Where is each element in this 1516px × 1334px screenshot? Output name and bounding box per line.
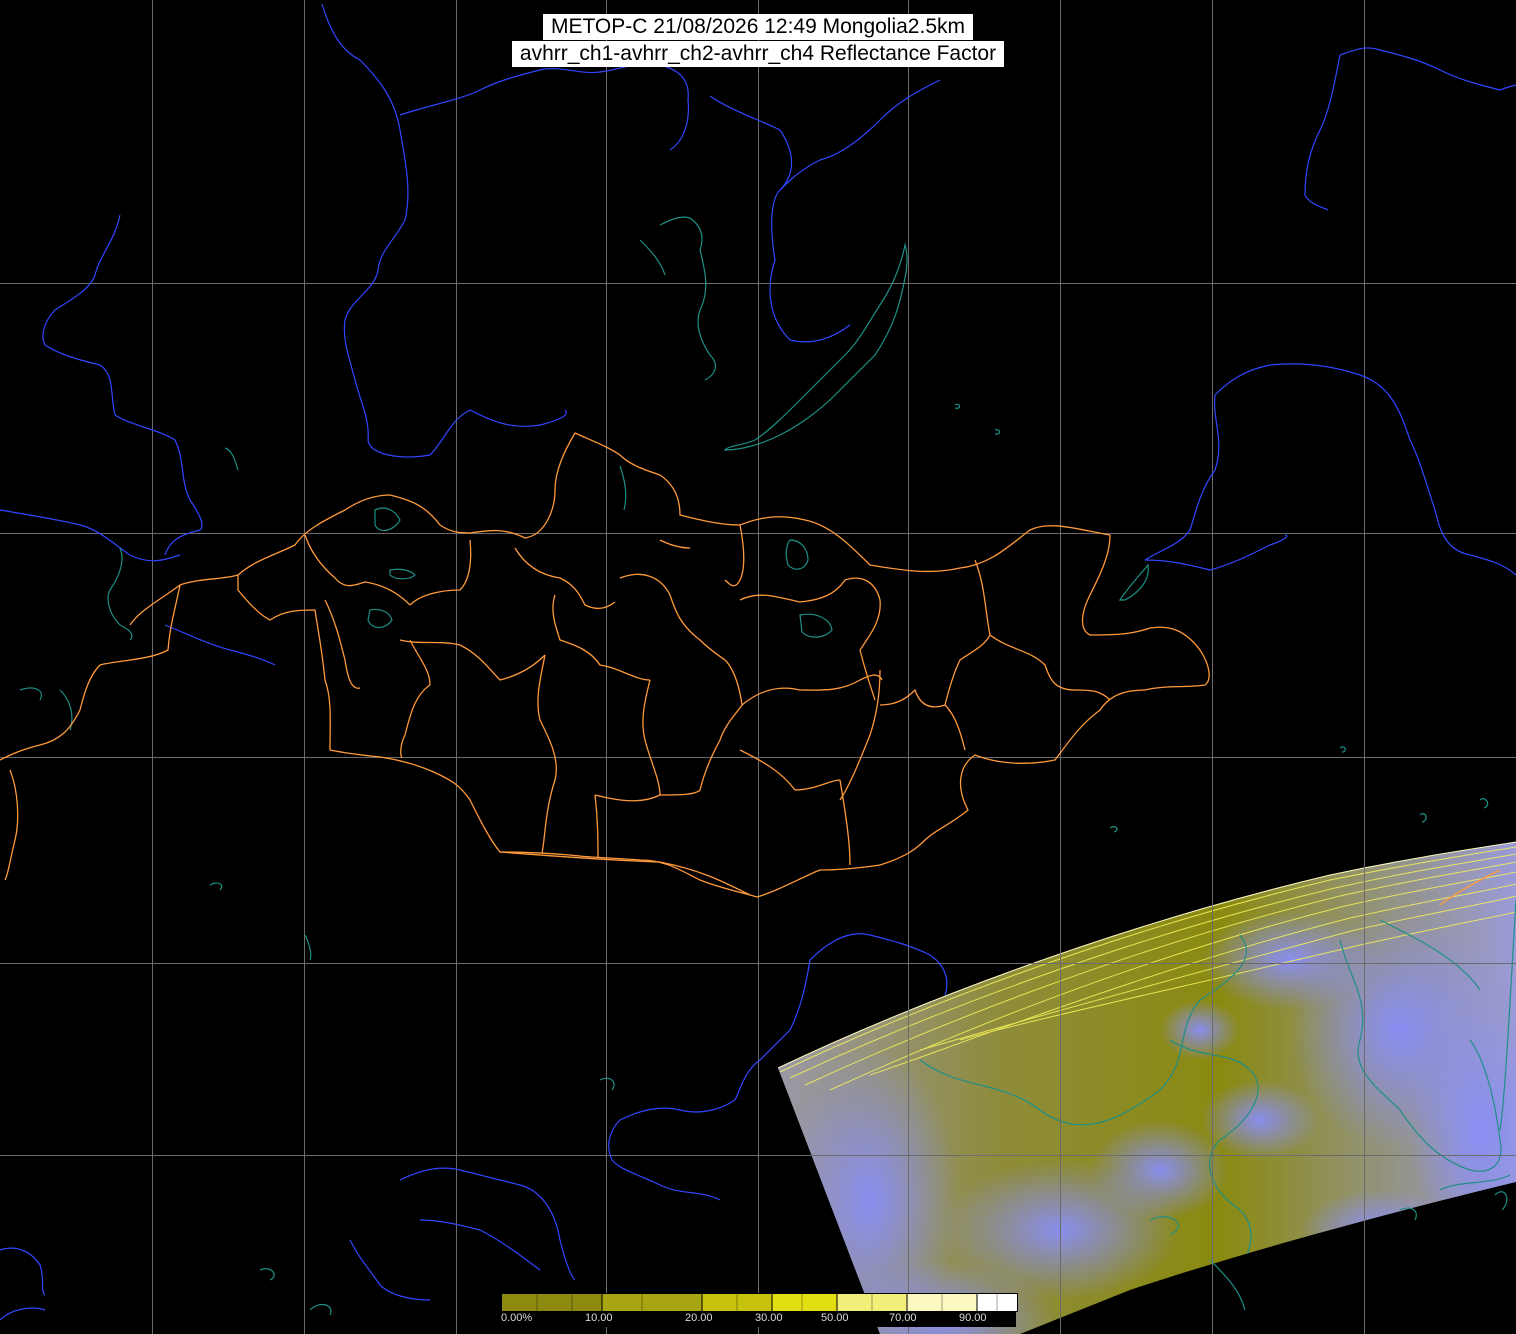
color-legend: 0.00% 10.00 20.00 30.00 50.00 70.00 90.0… xyxy=(501,1293,1018,1329)
legend-color-bar xyxy=(501,1293,1018,1312)
admin-borders xyxy=(0,432,1501,906)
legend-label: 90.00 xyxy=(959,1312,987,1324)
legend-label: 20.00 xyxy=(685,1312,713,1324)
legend-swatch xyxy=(772,1294,837,1311)
satellite-map-view: METOP-C 21/08/2026 12:49 Mongolia2.5km a… xyxy=(0,0,1516,1334)
legend-label: 0.00% xyxy=(501,1312,533,1324)
legend-label: 50.00 xyxy=(821,1312,849,1324)
satellite-swath xyxy=(777,841,1516,1334)
legend-label: 10.00 xyxy=(585,1312,613,1324)
legend-label: 30.00 xyxy=(755,1312,783,1324)
legend-swatch xyxy=(602,1294,702,1311)
legend-label: 70.00 xyxy=(889,1312,917,1324)
map-canvas xyxy=(0,0,1516,1334)
legend-labels: 0.00% 10.00 20.00 30.00 50.00 70.00 90.0… xyxy=(501,1311,1016,1327)
legend-swatch xyxy=(502,1294,602,1311)
